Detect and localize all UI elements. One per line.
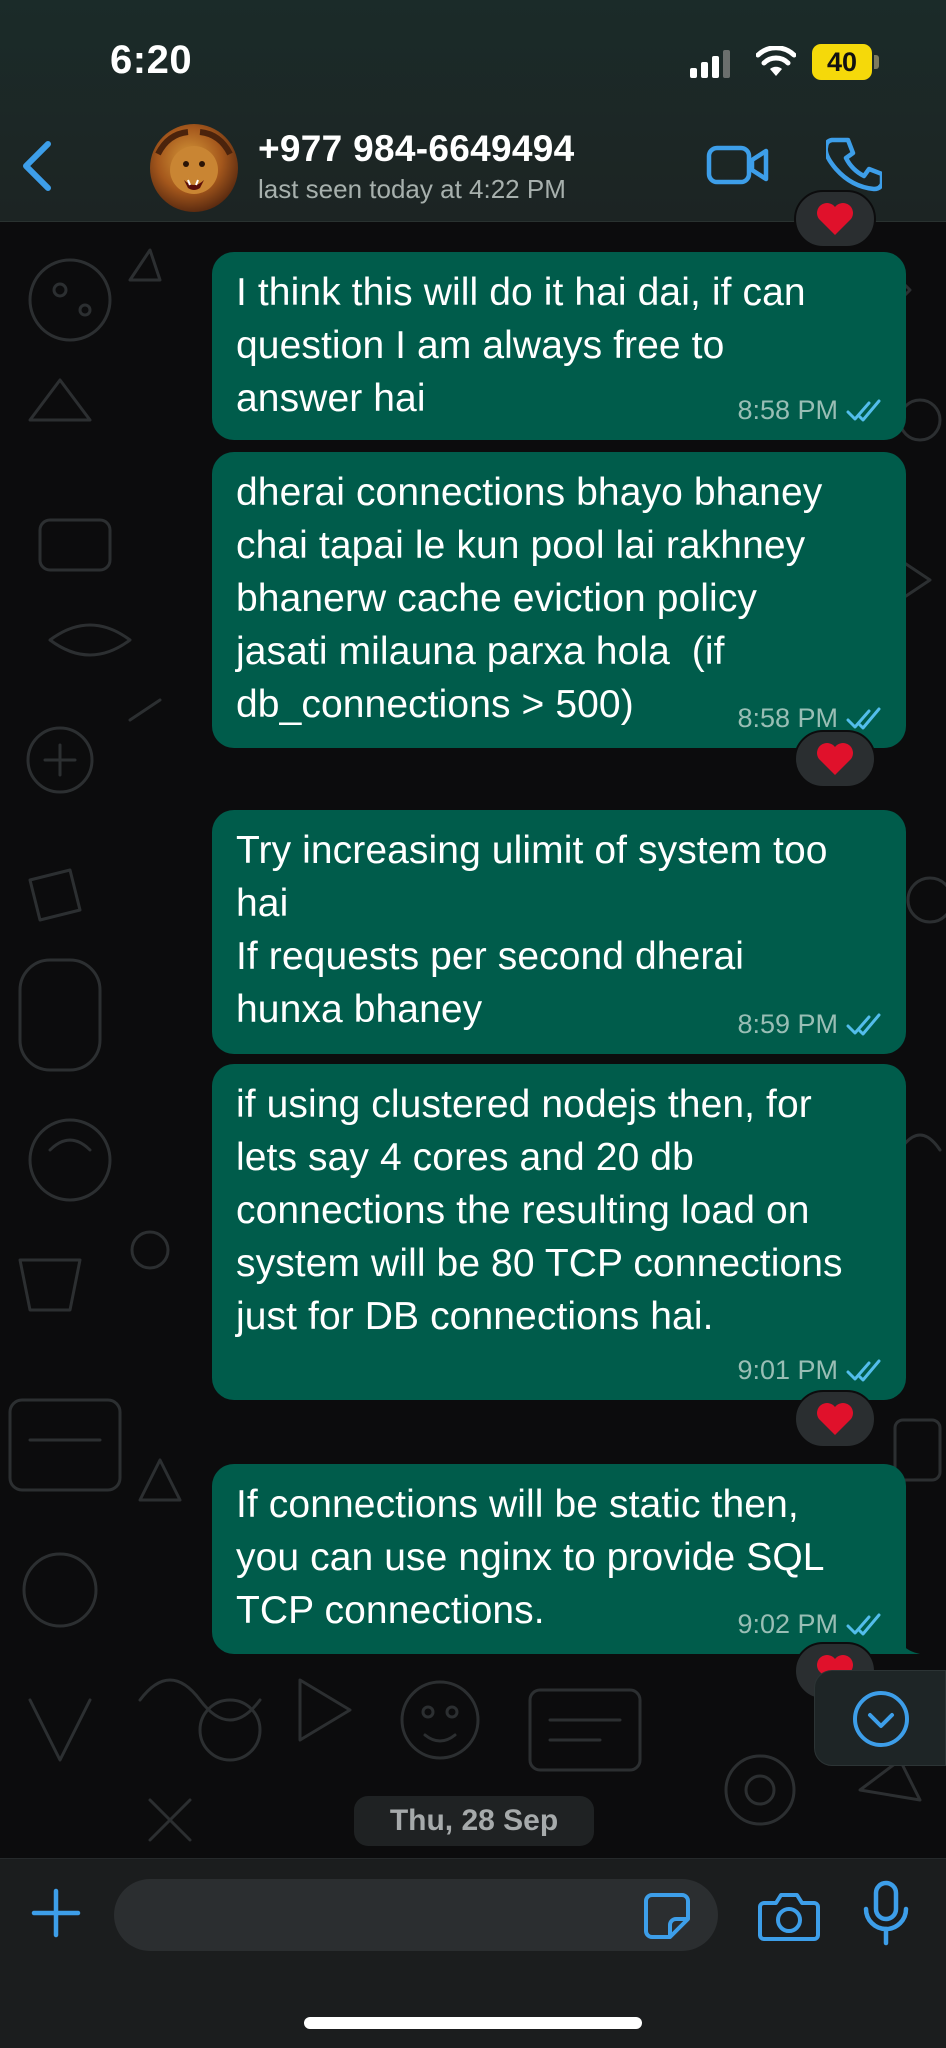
- battery-level: 40: [826, 47, 858, 77]
- outgoing-message[interactable]: dherai connections bhayo bhaney chai tap…: [212, 452, 906, 748]
- reaction-badge[interactable]: [794, 730, 876, 788]
- last-seen-status: last seen today at 4:22 PM: [258, 174, 566, 204]
- bubble-tail: [896, 1632, 920, 1654]
- message-input[interactable]: [114, 1879, 718, 1951]
- message-text: Try increasing ulimit of system too hai …: [236, 829, 828, 1031]
- double-check-icon: [846, 707, 881, 729]
- outgoing-message[interactable]: If connections will be static then, you …: [212, 1464, 920, 1654]
- message-text: dherai connections bhayo bhaney chai tap…: [236, 471, 823, 726]
- outgoing-message[interactable]: Try increasing ulimit of system too hai …: [212, 810, 906, 1054]
- message-time: 9:02 PM: [737, 1609, 838, 1639]
- plus-icon[interactable]: [30, 1887, 82, 1939]
- double-check-icon: [846, 1013, 881, 1035]
- double-check-icon: [846, 1359, 881, 1381]
- home-indicator: [304, 2017, 642, 2029]
- heart-icon: [817, 743, 853, 775]
- date-separator: Thu, 28 Sep: [354, 1796, 594, 1846]
- video-camera-icon[interactable]: [706, 140, 770, 190]
- heart-icon: [817, 1403, 853, 1435]
- microphone-icon[interactable]: [860, 1879, 912, 1949]
- message-text: if using clustered nodejs then, for lets…: [236, 1083, 843, 1338]
- contact-name[interactable]: +977 984-6649494: [258, 128, 575, 170]
- status-bar-time: 6:20: [110, 38, 193, 82]
- double-check-icon: [846, 399, 881, 421]
- chevron-down-circle-icon: [853, 1691, 909, 1747]
- back-chevron-icon[interactable]: [16, 136, 60, 196]
- message-meta: 8:58 PM: [737, 395, 884, 426]
- phone-icon[interactable]: [826, 136, 882, 192]
- message-meta: 9:02 PM: [737, 1609, 884, 1640]
- composer-bar: [0, 1858, 946, 2048]
- message-list[interactable]: I think this will do it hai dai, if can …: [0, 190, 946, 1858]
- avatar[interactable]: [150, 124, 238, 212]
- heart-icon: [817, 203, 853, 235]
- double-check-icon: [846, 1613, 881, 1635]
- message-meta: 9:01 PM: [737, 1355, 884, 1386]
- reaction-badge[interactable]: [794, 1390, 876, 1448]
- scroll-to-bottom-button[interactable]: [814, 1670, 946, 1766]
- sticker-icon[interactable]: [642, 1891, 692, 1941]
- message-time: 8:59 PM: [737, 1009, 838, 1039]
- camera-icon[interactable]: [758, 1887, 820, 1943]
- message-meta: 8:58 PM: [737, 703, 884, 734]
- wifi-icon: [756, 46, 796, 76]
- chat-header: 6:20 40 +977 984-6649494 last seen today…: [0, 0, 946, 222]
- lion-avatar-icon: [155, 129, 233, 194]
- battery-indicator: 40: [812, 44, 879, 80]
- message-time: 8:58 PM: [737, 395, 838, 425]
- reaction-badge[interactable]: [794, 190, 876, 248]
- message-time: 9:01 PM: [737, 1355, 838, 1385]
- outgoing-message[interactable]: I think this will do it hai dai, if can …: [212, 252, 906, 440]
- cellular-signal-icon: [690, 50, 730, 78]
- message-meta: 8:59 PM: [737, 1009, 884, 1040]
- outgoing-message[interactable]: if using clustered nodejs then, for lets…: [212, 1064, 906, 1400]
